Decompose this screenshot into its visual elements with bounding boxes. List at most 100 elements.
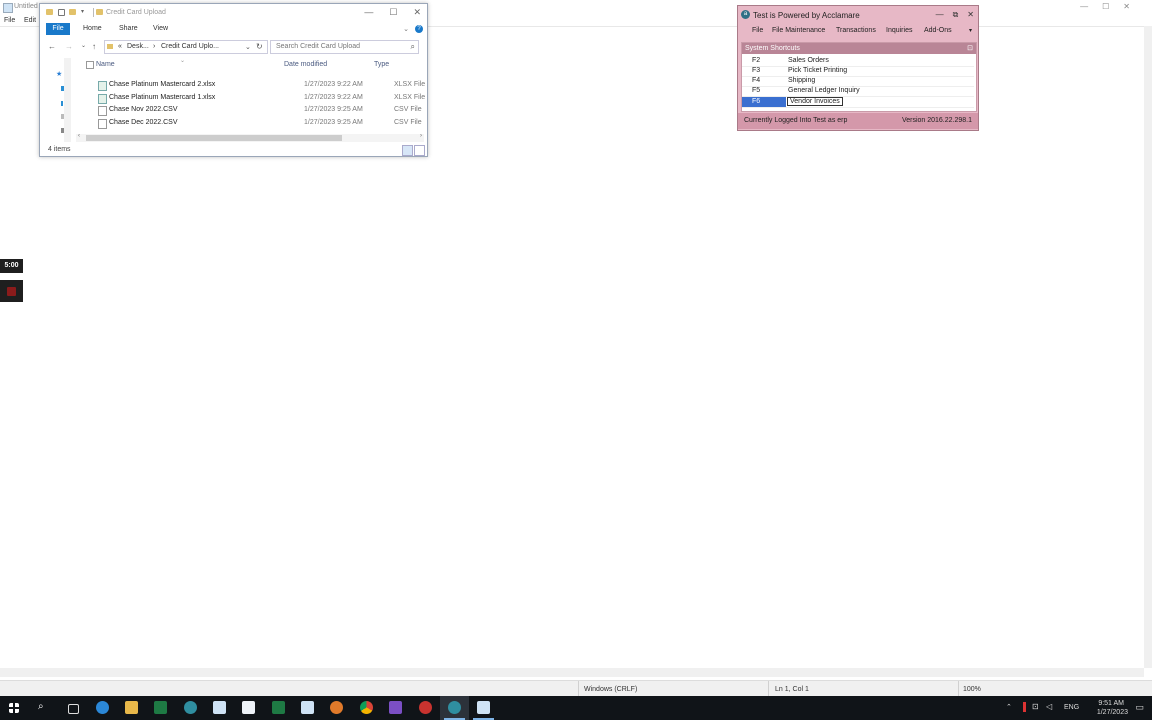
ribbon-tab-view[interactable]: View: [153, 25, 168, 32]
shortcuts-header: System Shortcuts ⊡: [742, 43, 976, 54]
file-type: CSV File: [394, 106, 422, 113]
taskbar-app[interactable]: [322, 696, 351, 720]
minimize-button[interactable]: —: [936, 10, 944, 19]
status-divider: [768, 681, 769, 697]
explorer-status-bar: 4 items: [40, 144, 427, 156]
file-list-horizontal-scrollbar[interactable]: ‹ ›: [76, 133, 424, 142]
taskbar-app[interactable]: [264, 696, 293, 720]
notepad-vertical-scrollbar[interactable]: [1144, 26, 1152, 668]
taskbar-app[interactable]: [88, 696, 117, 720]
ribbon-file-tab[interactable]: File: [46, 23, 70, 35]
menu-inquiries[interactable]: Inquiries: [886, 27, 912, 34]
quick-access-star-icon[interactable]: ★: [56, 70, 62, 78]
acclamare-status-bar: Currently Logged Into Test as erp Versio…: [738, 113, 978, 129]
qat-dropdown-icon[interactable]: ▾: [81, 8, 84, 15]
maximize-button[interactable]: ⧉: [953, 10, 959, 19]
notepad-icon: [242, 701, 255, 714]
menu-file[interactable]: File: [752, 27, 763, 34]
folder-icon: [46, 9, 53, 15]
taskbar-app[interactable]: [176, 696, 205, 720]
notepad-status-bar: Windows (CRLF) Ln 1, Col 1 100%: [0, 680, 1152, 697]
breadcrumb-separator: ›: [153, 43, 156, 50]
menu-add-ons[interactable]: Add-Ons: [924, 27, 952, 34]
system-shortcuts-panel: System Shortcuts ⊡ F2 Sales Orders F3 Pi…: [741, 42, 977, 112]
breadcrumb-current-folder[interactable]: Credit Card Uplo...: [161, 43, 219, 50]
shortcut-vendor-invoices[interactable]: F6 Vendor Invoices: [742, 97, 974, 108]
file-type: XLSX File: [394, 94, 426, 101]
close-button[interactable]: ✕: [967, 10, 974, 19]
acclamare-orange-icon: [330, 701, 343, 714]
language-indicator[interactable]: ENG: [1064, 704, 1079, 711]
scroll-left-icon[interactable]: ‹: [78, 133, 80, 139]
address-bar[interactable]: « Desk... › Credit Card Uplo... ⌄ ↻: [104, 40, 268, 54]
stop-recording-button[interactable]: [0, 280, 23, 302]
scrollbar-thumb[interactable]: [86, 135, 342, 141]
taskbar-app[interactable]: [146, 696, 175, 720]
details-view-icon[interactable]: [402, 145, 413, 156]
column-header-date-modified[interactable]: Date modified: [284, 61, 327, 68]
properties-icon[interactable]: [58, 9, 65, 16]
refresh-icon[interactable]: ↻: [256, 42, 263, 51]
taskbar-app-active[interactable]: [440, 696, 469, 720]
explorer-ribbon-tabs: File Home Share View ⌄ ?: [40, 22, 427, 36]
clock-time[interactable]: 9:51 AM: [1098, 700, 1124, 707]
help-icon[interactable]: ?: [415, 25, 423, 33]
volume-icon[interactable]: ◁: [1046, 702, 1052, 711]
address-dropdown-icon[interactable]: ⌄: [245, 43, 251, 51]
edge-icon: [96, 701, 109, 714]
explorer-title-bar[interactable]: ▾ Credit Card Upload — ☐ ✕: [40, 4, 427, 22]
select-all-checkbox[interactable]: [86, 61, 94, 69]
notepad-window-controls[interactable]: —☐✕: [1080, 2, 1144, 11]
tray-overflow-icon[interactable]: ⌃: [1006, 703, 1012, 711]
file-row[interactable]: Chase Platinum Mastercard 1.xlsx 1/27/20…: [96, 92, 426, 104]
close-button[interactable]: ✕: [413, 7, 421, 17]
large-icons-view-icon[interactable]: [414, 145, 425, 156]
forward-arrow-icon[interactable]: →: [65, 42, 73, 51]
column-header-name[interactable]: Name: [96, 61, 115, 68]
taskbar-app[interactable]: [469, 696, 498, 720]
search-button[interactable]: ⌕: [29, 696, 58, 720]
recent-locations-icon[interactable]: ⌄: [81, 42, 86, 49]
menu-file-maintenance[interactable]: File Maintenance: [772, 27, 825, 34]
file-row[interactable]: Chase Nov 2022.CSV 1/27/2023 9:25 AM CSV…: [96, 104, 426, 116]
expand-ribbon-icon[interactable]: ⌄: [403, 25, 409, 33]
new-folder-icon[interactable]: [69, 9, 76, 15]
menu-overflow-icon[interactable]: ▾: [969, 27, 972, 34]
notepad-menu-file[interactable]: File: [4, 17, 15, 24]
task-view-button[interactable]: [58, 696, 87, 720]
breadcrumb-desktop[interactable]: Desk...: [127, 43, 149, 50]
up-arrow-icon[interactable]: ↑: [92, 42, 96, 51]
taskbar-app[interactable]: [234, 696, 263, 720]
file-row[interactable]: Chase Dec 2022.CSV 1/27/2023 9:25 AM CSV…: [96, 117, 426, 129]
taskbar-app[interactable]: [381, 696, 410, 720]
column-header-type[interactable]: Type: [374, 61, 389, 68]
search-input[interactable]: Search Credit Card Upload ⌕: [270, 40, 419, 54]
menu-transactions[interactable]: Transactions: [836, 27, 876, 34]
start-button[interactable]: [0, 696, 29, 720]
shortcut-key: F3: [752, 67, 761, 74]
address-overflow[interactable]: «: [118, 43, 122, 50]
taskbar-app[interactable]: [117, 696, 146, 720]
shortcut-general-ledger-inquiry[interactable]: F5 General Ledger Inquiry: [742, 86, 974, 97]
network-icon[interactable]: ⊡: [1032, 702, 1039, 711]
ribbon-tab-share[interactable]: Share: [119, 25, 138, 32]
scroll-right-icon[interactable]: ›: [420, 133, 422, 139]
taskbar-app[interactable]: [293, 696, 322, 720]
pin-icon[interactable]: ⊡: [967, 44, 973, 52]
clock-date[interactable]: 1/27/2023: [1097, 709, 1128, 716]
minimize-button[interactable]: —: [364, 7, 373, 17]
back-arrow-icon[interactable]: ←: [48, 42, 56, 51]
notepad-menu-edit[interactable]: Edit: [24, 17, 36, 24]
taskbar-app[interactable]: [352, 696, 381, 720]
notification-icon[interactable]: ▭: [1135, 702, 1144, 713]
acclamare-title-bar[interactable]: a Test is Powered by Acclamare — ⧉ ✕: [738, 6, 978, 23]
taskbar-app[interactable]: [205, 696, 234, 720]
ribbon-tab-home[interactable]: Home: [83, 25, 102, 32]
file-row[interactable]: Chase Platinum Mastercard 2.xlsx 1/27/20…: [96, 79, 426, 91]
this-pc-icon[interactable]: [61, 101, 63, 106]
navigation-pane-scrollbar[interactable]: [64, 58, 71, 142]
maximize-button[interactable]: ☐: [389, 7, 397, 17]
taskbar-app[interactable]: [411, 696, 440, 720]
notepad-horizontal-scrollbar[interactable]: [0, 668, 1144, 677]
tray-app-icon[interactable]: [1023, 702, 1026, 712]
